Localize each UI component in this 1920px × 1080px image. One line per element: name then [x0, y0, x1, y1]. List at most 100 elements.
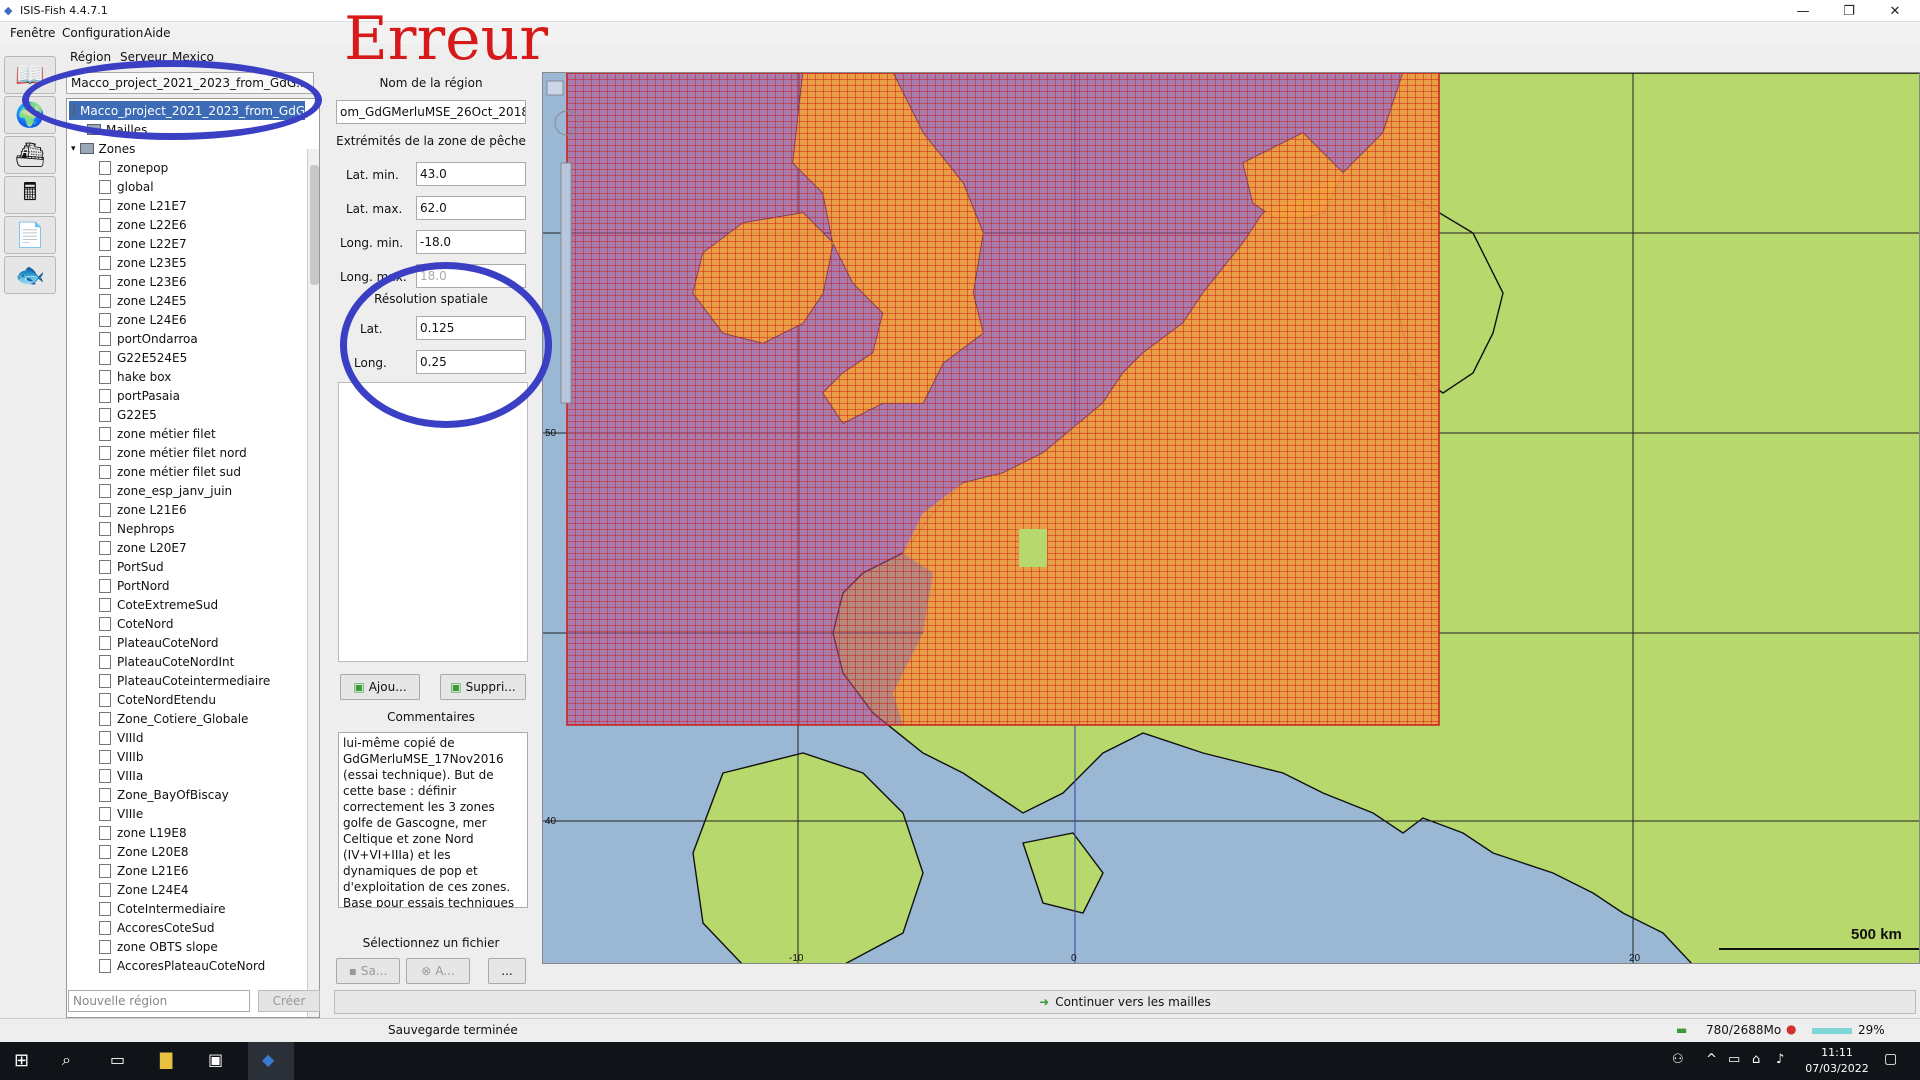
- maximize-button[interactable]: ❐: [1826, 0, 1872, 22]
- network-icon[interactable]: ⌂: [1752, 1052, 1760, 1067]
- memory-usage: 780/2688Mo: [1706, 1023, 1782, 1037]
- menu-aide[interactable]: Aide: [142, 26, 173, 40]
- fish-icon[interactable]: 🐟: [4, 256, 56, 294]
- tree-zone-item[interactable]: zone L23E6: [99, 272, 187, 291]
- delete-button[interactable]: ▣ Suppri...: [440, 674, 526, 700]
- fishing-grid[interactable]: [566, 73, 1440, 726]
- tree-zone-item[interactable]: zone_esp_janv_juin: [99, 481, 232, 500]
- clock-time[interactable]: 11:11: [1812, 1046, 1862, 1059]
- tree-zone-item[interactable]: Zone L21E6: [99, 861, 189, 880]
- volume-icon[interactable]: ♪: [1776, 1052, 1784, 1067]
- windows-start-icon[interactable]: ⊞: [14, 1050, 29, 1071]
- tree-zone-item[interactable]: zone métier filet sud: [99, 462, 241, 481]
- tree-zone-item[interactable]: VIIIb: [99, 747, 143, 766]
- tree-vertical-scrollbar[interactable]: [307, 149, 319, 1017]
- tree-zone-item[interactable]: CoteNord: [99, 614, 173, 633]
- file-icon: [99, 692, 111, 707]
- tree-zone-item[interactable]: PlateauCoteNordInt: [99, 652, 234, 671]
- tray-chevron-icon[interactable]: ^: [1706, 1052, 1717, 1067]
- map-view[interactable]: 50 40 -10 0 20 500 km: [542, 72, 1920, 964]
- tree-zone-item[interactable]: Zone L20E8: [99, 842, 189, 861]
- calculator-icon[interactable]: 🖩: [4, 176, 56, 214]
- region-tree[interactable]: Macco_project_2021_2023_from_GdGI Mailles…: [66, 98, 320, 1018]
- ship-icon[interactable]: ⛴: [4, 136, 56, 174]
- add-button[interactable]: ▣ Ajou...: [340, 674, 420, 700]
- region-name-field[interactable]: om_GdGMerluMSE_26Oct_2018: [336, 100, 526, 124]
- tree-zone-label: AccoresPlateauCoteNord: [117, 958, 266, 973]
- notifications-icon[interactable]: ▢: [1884, 1051, 1897, 1067]
- tree-zone-item[interactable]: G22E524E5: [99, 348, 187, 367]
- tree-zone-item[interactable]: portPasaia: [99, 386, 180, 405]
- file-icon: [99, 616, 111, 631]
- tree-zone-item[interactable]: PlateauCoteintermediaire: [99, 671, 270, 690]
- file-explorer-icon[interactable]: ▇: [160, 1050, 172, 1069]
- zoom-slider[interactable]: [560, 162, 572, 404]
- tree-zone-item[interactable]: zone L24E6: [99, 310, 187, 329]
- tree-zone-item[interactable]: zone métier filet: [99, 424, 216, 443]
- tree-zone-item[interactable]: Zone_BayOfBiscay: [99, 785, 229, 804]
- isis-fish-taskbar-icon[interactable]: ◆: [248, 1042, 294, 1080]
- map-canvas[interactable]: 50 40 -10 0 20 500 km: [543, 73, 1920, 964]
- file-icon: [99, 787, 111, 802]
- tree-row-zones[interactable]: ▾ Zones: [71, 139, 135, 158]
- tree-zone-item[interactable]: zone L24E5: [99, 291, 187, 310]
- tree-zone-label: zone L20E7: [117, 540, 187, 555]
- tree-zone-item[interactable]: PortNord: [99, 576, 169, 595]
- tree-zone-item[interactable]: zone métier filet nord: [99, 443, 247, 462]
- tree-zone-item[interactable]: VIIIe: [99, 804, 143, 823]
- tree-zone-item[interactable]: hake box: [99, 367, 171, 386]
- tree-zone-item[interactable]: CoteNordEtendu: [99, 690, 216, 709]
- tree-zone-label: G22E5: [117, 407, 157, 422]
- tree-zone-item[interactable]: G22E5: [99, 405, 157, 424]
- tree-zone-item[interactable]: global: [99, 177, 154, 196]
- lat-max-field[interactable]: 62.0: [416, 196, 526, 220]
- memory-icon: ▬: [1676, 1023, 1688, 1037]
- pan-up-icon[interactable]: [546, 80, 564, 96]
- minimize-button[interactable]: —: [1780, 0, 1826, 22]
- tree-zone-item[interactable]: zone L23E5: [99, 253, 187, 272]
- tree-zone-item[interactable]: VIIIa: [99, 766, 143, 785]
- long-min-field[interactable]: -18.0: [416, 230, 526, 254]
- clock-date[interactable]: 07/03/2022: [1802, 1062, 1872, 1075]
- tree-zone-item[interactable]: zone L22E6: [99, 215, 187, 234]
- submenu-region[interactable]: Région: [70, 50, 111, 64]
- tree-zone-item[interactable]: portOndarroa: [99, 329, 198, 348]
- menu-configuration[interactable]: Configuration: [60, 26, 145, 40]
- title-bar: ◆ ISIS-Fish 4.4.7.1 — ❐ ✕: [0, 0, 1920, 22]
- tree-zone-item[interactable]: CoteExtremeSud: [99, 595, 218, 614]
- tree-zone-item[interactable]: Zone_Cotiere_Globale: [99, 709, 248, 728]
- tree-zone-item[interactable]: AccoresPlateauCoteNord: [99, 956, 265, 975]
- close-button[interactable]: ✕: [1872, 0, 1918, 22]
- tree-zone-item[interactable]: PortSud: [99, 557, 164, 576]
- terminal-icon[interactable]: ▣: [208, 1050, 223, 1069]
- browse-button[interactable]: ...: [488, 958, 526, 984]
- tree-zone-item[interactable]: PlateauCoteNord: [99, 633, 218, 652]
- scroll-thumb[interactable]: [310, 165, 319, 285]
- save-button[interactable]: ▪ Sa...: [336, 958, 400, 984]
- tree-zone-item[interactable]: zone L21E7: [99, 196, 187, 215]
- tree-zone-item[interactable]: Zone L24E4: [99, 880, 189, 899]
- people-icon[interactable]: ⚇: [1672, 1052, 1684, 1067]
- tree-zone-item[interactable]: VIIId: [99, 728, 143, 747]
- continue-button[interactable]: ➜ Continuer vers les mailles: [334, 990, 1916, 1014]
- menu-fenetre[interactable]: Fenêtre: [8, 26, 57, 40]
- tree-zone-item[interactable]: CoteIntermediaire: [99, 899, 226, 918]
- tree-zone-item[interactable]: zone L19E8: [99, 823, 187, 842]
- tree-zone-item[interactable]: AccoresCoteSud: [99, 918, 215, 937]
- search-icon[interactable]: ⌕: [62, 1050, 71, 1070]
- tree-zone-item[interactable]: zonepop: [99, 158, 168, 177]
- new-region-input[interactable]: Nouvelle région: [68, 990, 250, 1012]
- tree-zone-item[interactable]: Nephrops: [99, 519, 174, 538]
- tree-zone-label: zone L23E5: [117, 255, 187, 270]
- create-button[interactable]: Créer: [258, 990, 320, 1012]
- battery-icon[interactable]: ▭: [1728, 1052, 1740, 1067]
- task-view-icon[interactable]: ▭: [110, 1050, 125, 1069]
- document-icon[interactable]: 📄: [4, 216, 56, 254]
- cancel-button[interactable]: ⊗ A...: [406, 958, 470, 984]
- tree-zone-item[interactable]: zone L20E7: [99, 538, 187, 557]
- tree-zone-item[interactable]: zone L22E7: [99, 234, 187, 253]
- comments-textarea[interactable]: lui-même copié de GdGMerluMSE_17Nov2016 …: [338, 732, 528, 908]
- tree-zone-item[interactable]: zone L21E6: [99, 500, 187, 519]
- lat-min-field[interactable]: 43.0: [416, 162, 526, 186]
- tree-zone-item[interactable]: zone OBTS slope: [99, 937, 218, 956]
